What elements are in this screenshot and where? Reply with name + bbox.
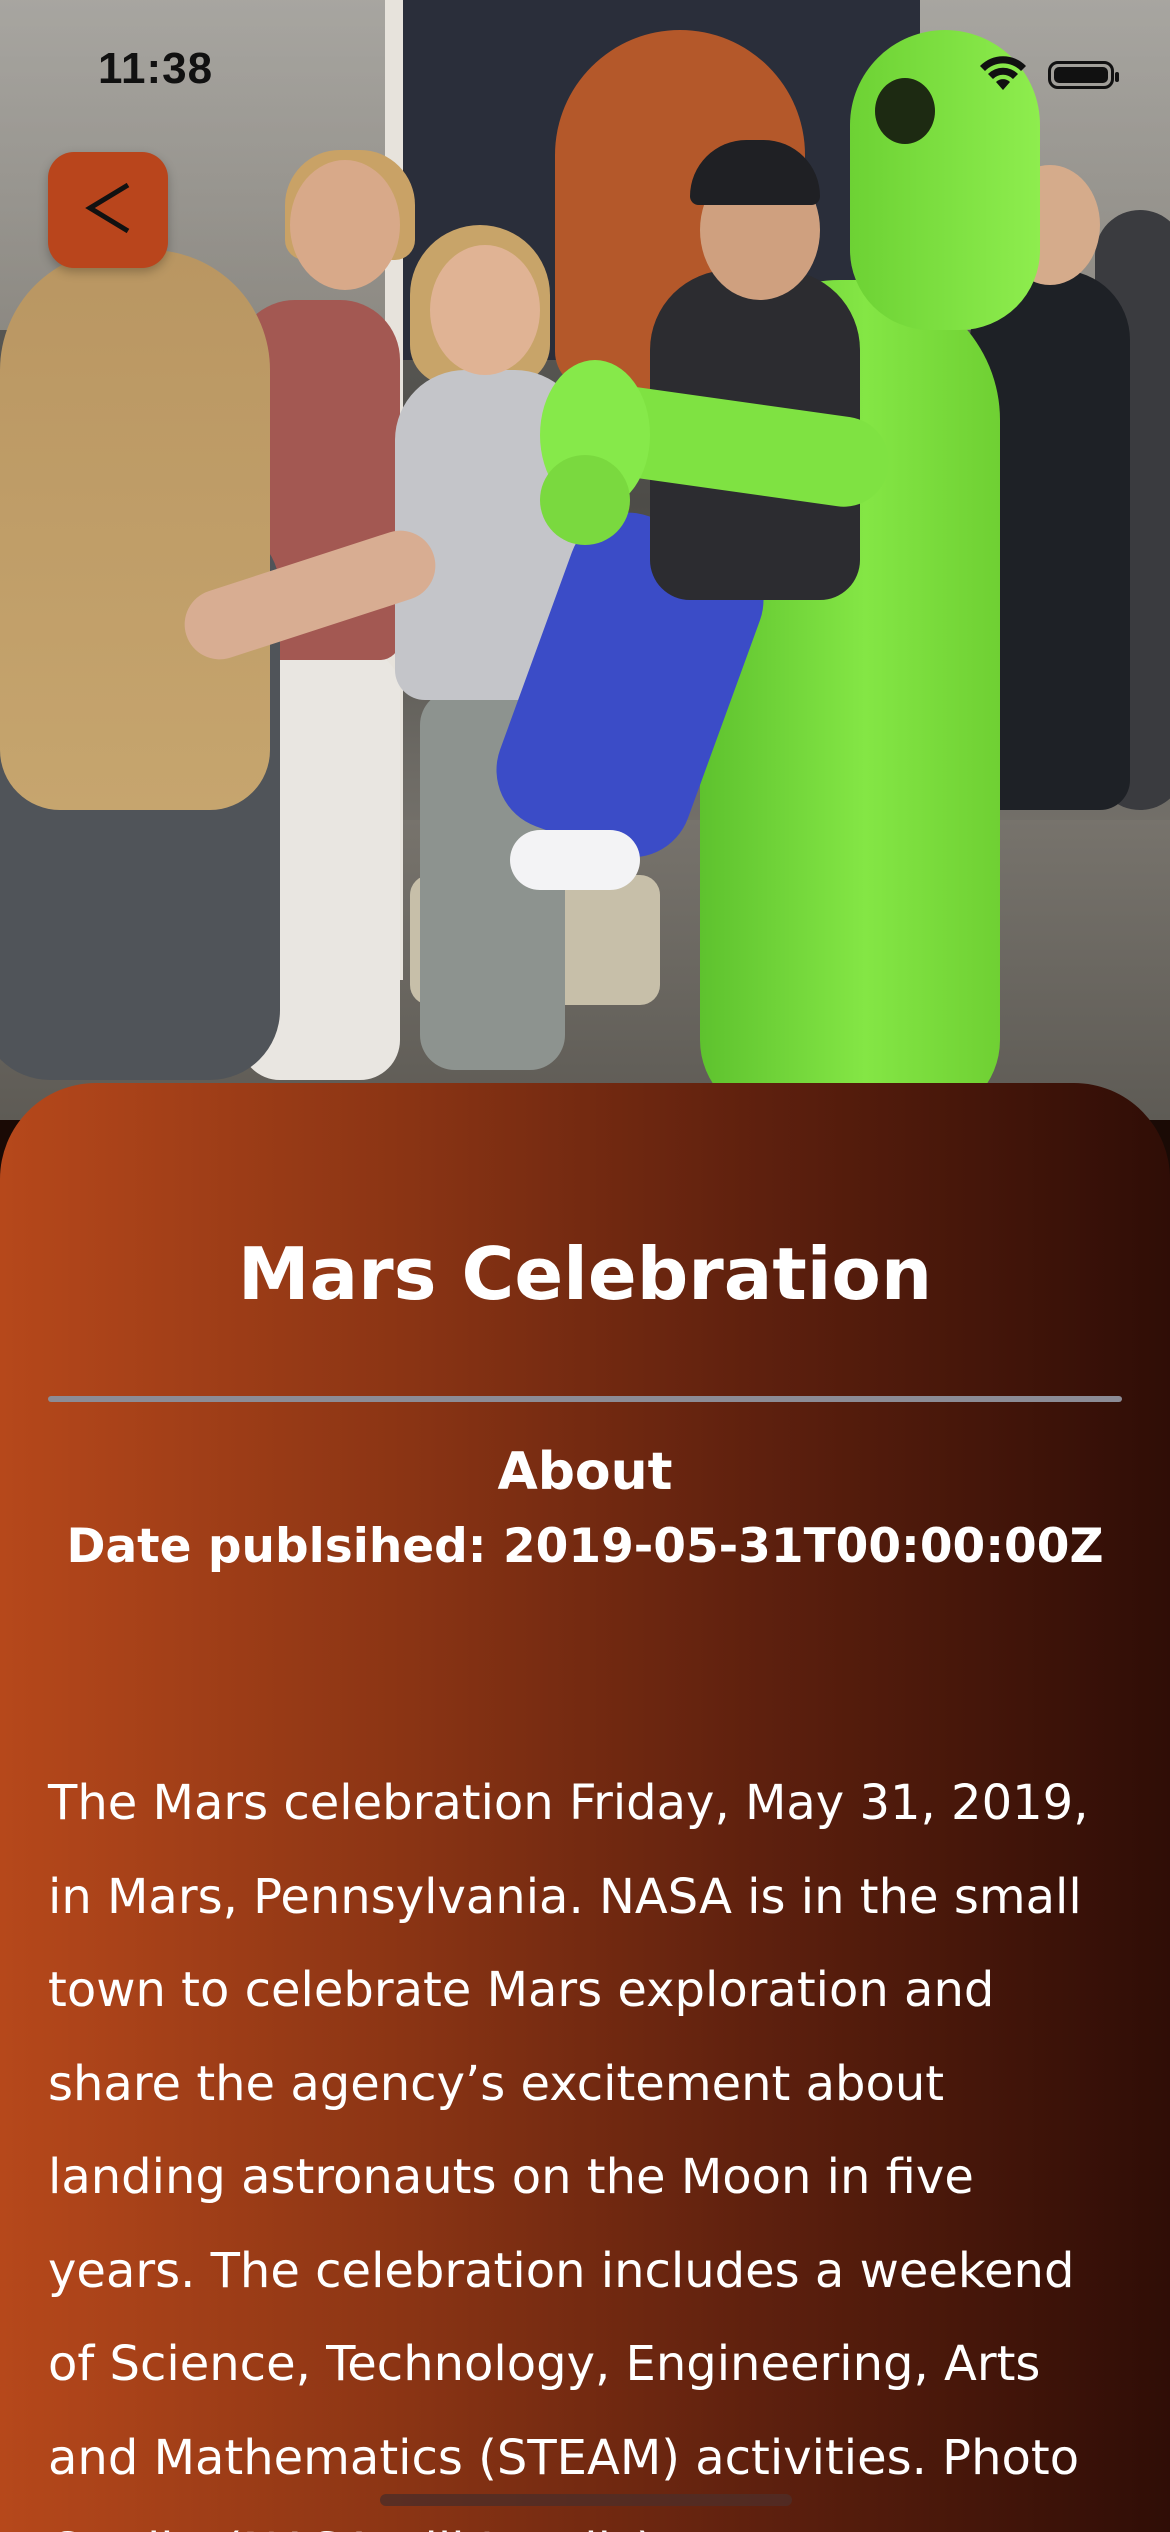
home-indicator[interactable]: [380, 2494, 792, 2506]
status-time: 11:38: [98, 44, 214, 93]
section-heading: About: [497, 1442, 673, 1502]
woman-left-head: [290, 160, 400, 290]
alien-costume-hand: [540, 455, 630, 545]
chevron-left-icon: [84, 181, 132, 239]
costume-rider-shoe: [510, 830, 640, 890]
page-title: Mars Celebration: [237, 1232, 933, 1316]
description-text: The Mars celebration Friday, May 31, 201…: [48, 1775, 1089, 2532]
hero-image: [0, 0, 1170, 1120]
back-button[interactable]: [48, 152, 168, 268]
divider: [48, 1396, 1122, 1402]
girl-foreground-hair: [0, 250, 270, 810]
date-published: Date publsihed: 2019-05-31T00:00:00Z: [66, 1519, 1104, 1574]
wifi-icon: [978, 54, 1028, 96]
woman-center-head: [430, 245, 540, 375]
status-icons: [978, 54, 1119, 96]
alien-costume-eye: [875, 78, 935, 144]
detail-card: Mars Celebration About Date publsihed: 2…: [0, 1083, 1170, 2532]
screen: 11:38 Mars Celebration About Date publsi…: [0, 0, 1170, 2532]
battery-icon: [1048, 61, 1119, 89]
